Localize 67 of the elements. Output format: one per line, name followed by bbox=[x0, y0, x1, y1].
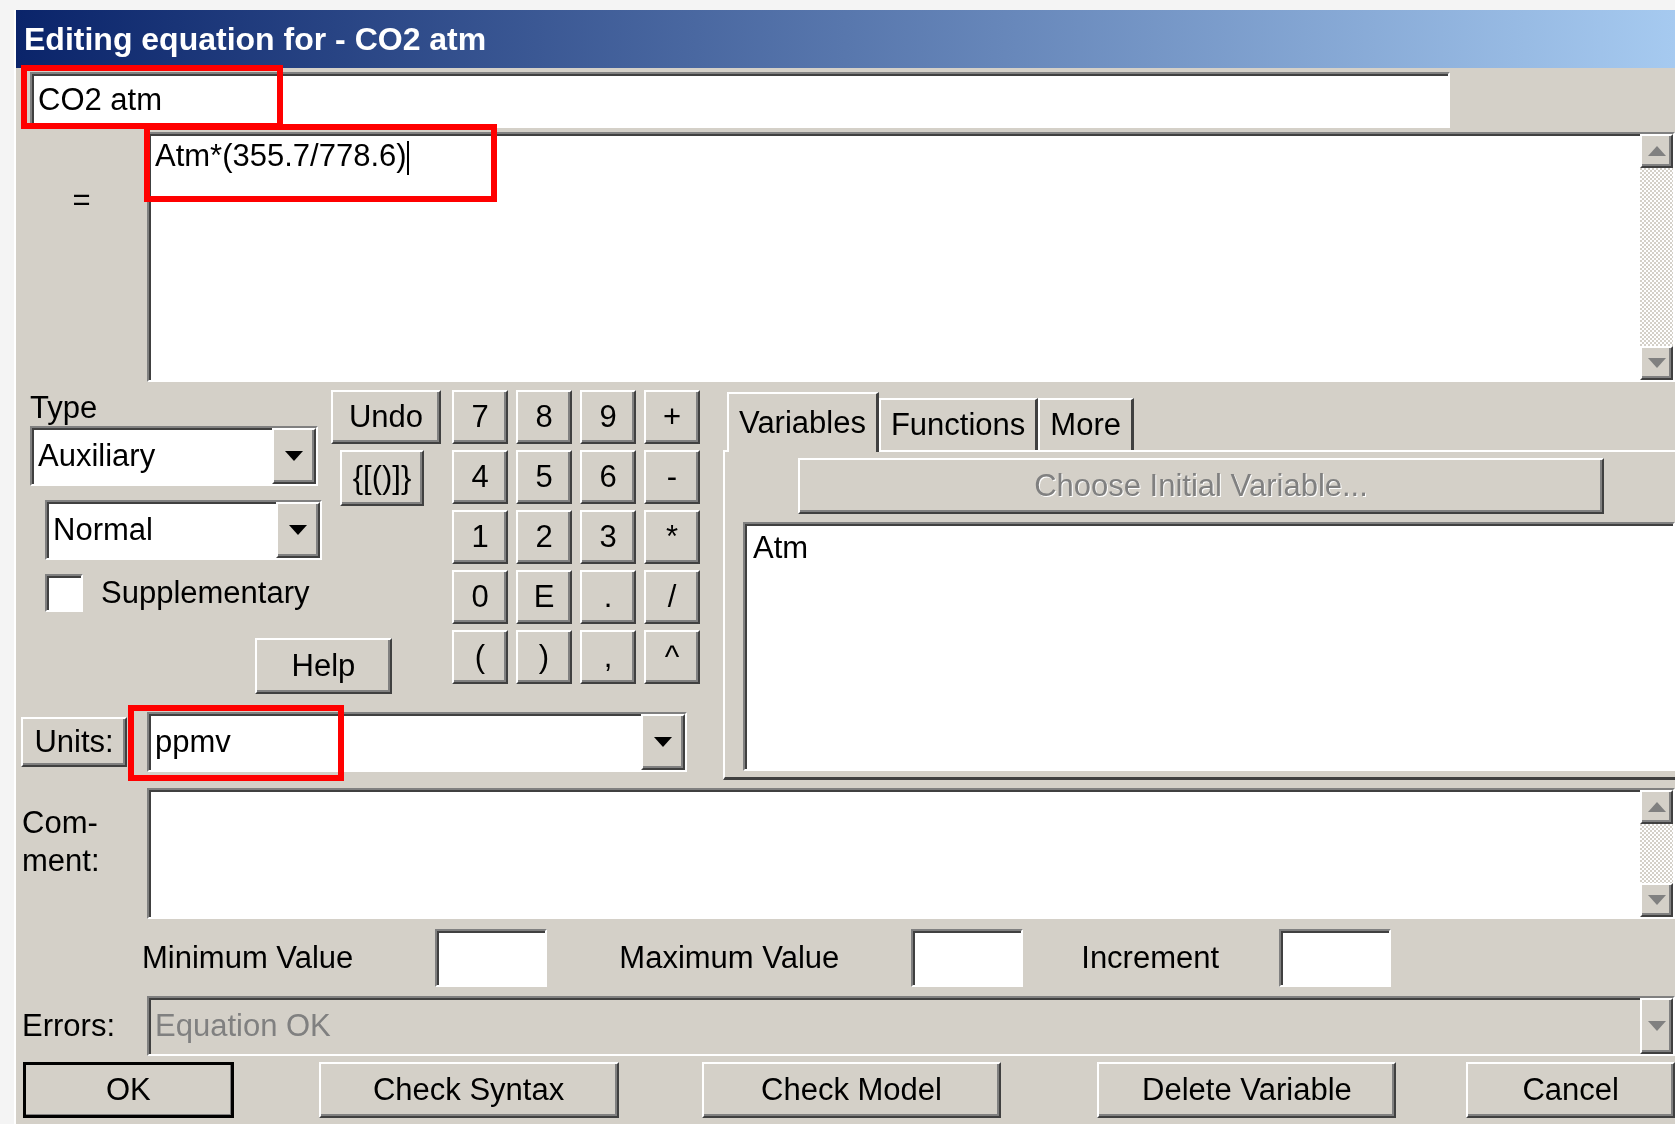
keypad-key[interactable]: , bbox=[580, 630, 636, 684]
scrollbar[interactable] bbox=[1640, 134, 1673, 380]
type-dropdown[interactable]: Normal bbox=[45, 500, 322, 560]
down-arrow-icon bbox=[1647, 358, 1666, 368]
help-button[interactable]: Help bbox=[255, 638, 392, 694]
keypad-key[interactable]: + bbox=[644, 390, 700, 444]
range-input[interactable] bbox=[435, 929, 548, 987]
dropdown-arrow-icon bbox=[285, 451, 303, 461]
tab[interactable]: Functions bbox=[878, 398, 1039, 450]
up-arrow-icon bbox=[1647, 146, 1666, 156]
range-label: Maximum Value bbox=[619, 940, 840, 976]
errors-label: Errors: bbox=[22, 1008, 115, 1043]
range-input[interactable] bbox=[911, 929, 1024, 987]
equation-editor[interactable]: Atm*(355.7/778.6) bbox=[147, 132, 1675, 382]
tab[interactable]: More bbox=[1038, 398, 1134, 450]
dialog-button[interactable]: Check Syntax bbox=[318, 1062, 619, 1118]
range-input[interactable] bbox=[1279, 929, 1392, 987]
errors-field: Equation OK bbox=[147, 996, 1675, 1056]
keypad-key[interactable]: E bbox=[516, 570, 572, 624]
brackets-button[interactable]: {[()]} bbox=[340, 450, 424, 506]
keypad-key[interactable]: 2 bbox=[516, 510, 572, 564]
keypad-key[interactable]: 4 bbox=[452, 450, 508, 504]
comment-field[interactable] bbox=[147, 788, 1675, 919]
keypad-key[interactable]: - bbox=[644, 450, 700, 504]
scroll-down-button[interactable] bbox=[1640, 346, 1673, 380]
scrollbar[interactable] bbox=[1640, 790, 1673, 917]
units-button[interactable]: Units: bbox=[21, 717, 127, 767]
keypad-key[interactable]: . bbox=[580, 570, 636, 624]
name-field[interactable]: CO2 atm bbox=[30, 72, 1450, 128]
keypad-key[interactable]: ^ bbox=[644, 630, 700, 684]
up-arrow-icon bbox=[1647, 802, 1666, 812]
keypad-key[interactable]: 5 bbox=[516, 450, 572, 504]
dialog-button[interactable]: Check Model bbox=[701, 1062, 1002, 1118]
keypad-key[interactable]: * bbox=[644, 510, 700, 564]
type-dropdown[interactable]: Auxiliary bbox=[30, 426, 318, 486]
undo-button[interactable]: Undo bbox=[331, 390, 441, 444]
scroll-up-button[interactable] bbox=[1640, 790, 1673, 824]
keypad-key[interactable]: 6 bbox=[580, 450, 636, 504]
dialog-button[interactable]: OK bbox=[23, 1062, 234, 1118]
units-dropdown[interactable]: ppmv bbox=[147, 712, 687, 772]
keypad-key[interactable]: / bbox=[644, 570, 700, 624]
supplementary-checkbox[interactable] bbox=[45, 574, 83, 612]
keypad-key[interactable]: ( bbox=[452, 630, 508, 684]
keypad-key[interactable]: ) bbox=[516, 630, 572, 684]
scroll-down-button[interactable] bbox=[1640, 883, 1673, 917]
scroll-up-button[interactable] bbox=[1640, 134, 1673, 168]
tab[interactable]: Variables bbox=[727, 392, 879, 452]
dialog-button[interactable]: Cancel bbox=[1466, 1062, 1675, 1118]
supplementary-label: Supplementary bbox=[101, 575, 310, 611]
keypad-key[interactable]: 3 bbox=[580, 510, 636, 564]
comment-label: Com- ment: bbox=[22, 805, 100, 878]
keypad-key[interactable]: 1 bbox=[452, 510, 508, 564]
range-label: Minimum Value bbox=[142, 940, 354, 976]
variable-item[interactable]: Atm bbox=[753, 530, 809, 566]
keypad-key[interactable]: 9 bbox=[580, 390, 636, 444]
type-label: Type bbox=[30, 390, 99, 426]
dialog-button[interactable]: Delete Variable bbox=[1097, 1062, 1397, 1118]
down-arrow-icon bbox=[1647, 895, 1666, 905]
keypad-key[interactable]: 8 bbox=[516, 390, 572, 444]
dropdown-arrow-icon bbox=[654, 737, 672, 747]
dropdown-arrow-icon bbox=[1647, 1021, 1666, 1031]
keypad-key[interactable]: 7 bbox=[452, 390, 508, 444]
equals-label: = bbox=[72, 182, 91, 219]
range-label: Increment bbox=[1081, 940, 1220, 976]
keypad-key[interactable]: 0 bbox=[452, 570, 508, 624]
dropdown-arrow-icon bbox=[289, 525, 307, 535]
window-title: Editing equation for - CO2 atm bbox=[16, 10, 1675, 68]
